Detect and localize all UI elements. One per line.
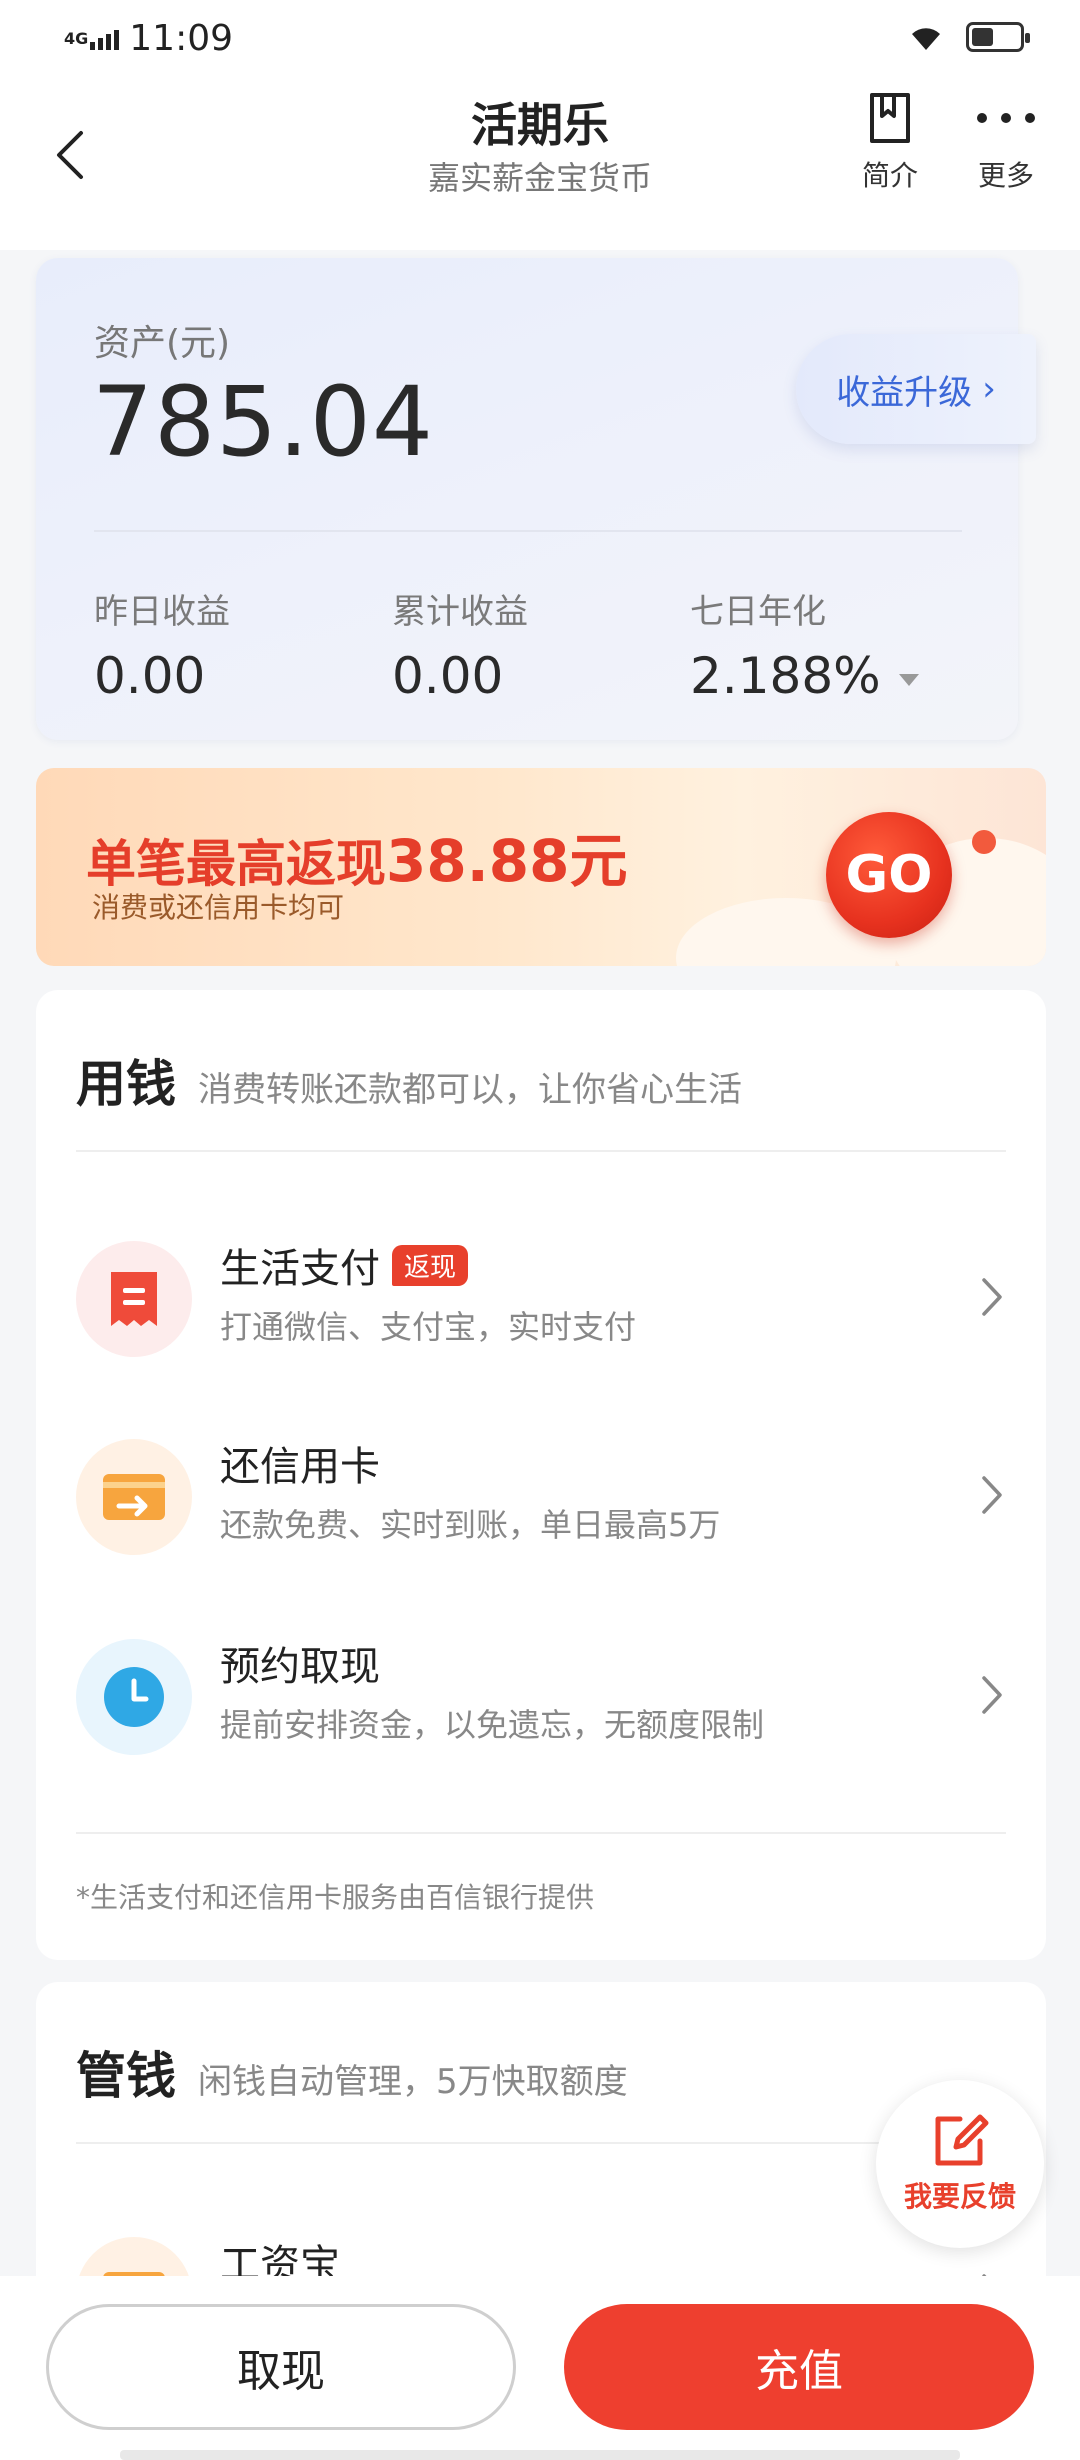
chevron-right-icon (982, 1676, 1002, 1714)
card-icon (76, 1439, 192, 1555)
promo-title-amount: 38.88元 (386, 827, 628, 895)
withdraw-button[interactable]: 取现 (46, 2304, 516, 2430)
intro-button[interactable]: 简介 (840, 92, 940, 194)
bottom-indicator (120, 2450, 960, 2460)
item-title: 生活支付 (220, 1246, 380, 1292)
asset-divider (94, 530, 962, 532)
dropdown-caret-icon (898, 673, 919, 686)
section-heading: 管钱 (76, 2047, 176, 2105)
card-glyph (103, 1474, 165, 1520)
bottom-action-bar: 取现 充值 (0, 2276, 1080, 2460)
stat-value: 2.188% (690, 647, 881, 705)
promo-title-prefix: 单笔最高返现 (86, 835, 386, 893)
status-right (908, 22, 1030, 52)
promo-banner[interactable]: 单笔最高返现38.88元 消费或还信用卡均可 GO (36, 768, 1046, 966)
feedback-label: 我要反馈 (903, 2180, 1016, 2213)
stat-label: 七日年化 (690, 592, 826, 632)
section-divider (76, 2142, 1006, 2144)
stat-seven-day[interactable]: 七日年化 2.188% (690, 584, 919, 705)
intro-label: 简介 (861, 159, 918, 192)
asset-card: 资产(元) 785.04 收益升级 › 昨日收益 0.00 累计收益 0.00 … (36, 258, 1036, 740)
status-time: 11:09 (129, 18, 234, 59)
promo-subtitle: 消费或还信用卡均可 (92, 891, 345, 924)
status-bar: 4G 11:09 (0, 0, 1080, 80)
bookmark-icon (870, 93, 910, 143)
wifi-icon (912, 28, 940, 50)
list-item-scheduled-withdraw[interactable]: 预约取现 提前安排资金，以免遗忘，无额度限制 (76, 1634, 1006, 1764)
cashback-badge: 返现 (392, 1244, 469, 1286)
chevron-right-icon (982, 1278, 1002, 1316)
chevron-right-icon: › (982, 369, 996, 409)
status-left: 4G 11:09 (64, 18, 233, 59)
section-description: 消费转账还款都可以，让你省心生活 (198, 1070, 742, 1110)
list-item-life-pay[interactable]: 生活支付 返现 打通微信、支付宝，实时支付 (76, 1236, 1006, 1366)
more-icon (977, 113, 1035, 123)
chevron-left-icon (57, 131, 83, 179)
more-button[interactable]: 更多 (956, 92, 1056, 194)
chevron-right-icon (982, 1476, 1002, 1514)
title-wrap: 活期乐 嘉实薪金宝货币 (300, 94, 780, 200)
receipt-icon (76, 1241, 192, 1357)
stat-value: 0.00 (94, 647, 206, 705)
section-divider (76, 1832, 1006, 1834)
signal-icon (90, 28, 120, 50)
stat-value: 0.00 (392, 647, 504, 705)
stat-label: 昨日收益 (94, 592, 230, 632)
feedback-button[interactable]: 我要反馈 (876, 2080, 1044, 2248)
battery-level (972, 28, 993, 46)
page-subtitle: 嘉实薪金宝货币 (427, 159, 652, 197)
upgrade-label: 收益升级 (836, 372, 973, 413)
section-header: 管钱 闲钱自动管理，5万快取额度 (76, 2036, 628, 2108)
header: 活期乐 嘉实薪金宝货币 简介 更多 (0, 80, 1080, 250)
back-button[interactable] (40, 115, 100, 195)
list-item-credit-card[interactable]: 还信用卡 还款免费、实时到账，单日最高5万 (76, 1434, 1006, 1564)
use-money-section: 用钱 消费转账还款都可以，让你省心生活 生活支付 返现 打通微信、支付宝，实时支付… (36, 990, 1046, 1960)
item-title: 预约取现 (220, 1644, 380, 1690)
item-title: 还信用卡 (220, 1444, 380, 1490)
stat-total: 累计收益 0.00 (392, 584, 528, 705)
decorative-dot (972, 830, 996, 854)
item-subtitle: 还款免费、实时到账，单日最高5万 (220, 1506, 721, 1544)
page-title: 活期乐 (471, 98, 609, 152)
receipt-glyph (111, 1272, 157, 1326)
section-divider (76, 1150, 1006, 1152)
stat-value-wrap: 2.188% (690, 647, 919, 705)
edit-icon (935, 2114, 989, 2166)
upgrade-button[interactable]: 收益升级 › (796, 334, 1036, 444)
stat-yesterday: 昨日收益 0.00 (94, 584, 230, 705)
section-description: 闲钱自动管理，5万快取额度 (198, 2062, 628, 2102)
battery-icon (966, 22, 1030, 52)
clock-icon (76, 1639, 192, 1755)
asset-label: 资产(元) (94, 323, 231, 364)
item-title-wrap: 生活支付 返现 (220, 1236, 469, 1294)
item-subtitle: 提前安排资金，以免遗忘，无额度限制 (220, 1706, 765, 1744)
section-header: 用钱 消费转账还款都可以，让你省心生活 (76, 1044, 742, 1116)
section-heading: 用钱 (76, 1055, 176, 1113)
recharge-button[interactable]: 充值 (564, 2304, 1034, 2430)
footnote: *生活支付和还信用卡服务由百信银行提供 (76, 1881, 595, 1914)
network-type: 4G (64, 28, 89, 48)
more-label: 更多 (977, 159, 1034, 192)
go-button[interactable]: GO (826, 812, 952, 938)
item-subtitle: 打通微信、支付宝，实时支付 (220, 1308, 637, 1346)
asset-value: 785.04 (92, 366, 434, 478)
stat-label: 累计收益 (392, 592, 528, 632)
clock-glyph (104, 1667, 164, 1727)
